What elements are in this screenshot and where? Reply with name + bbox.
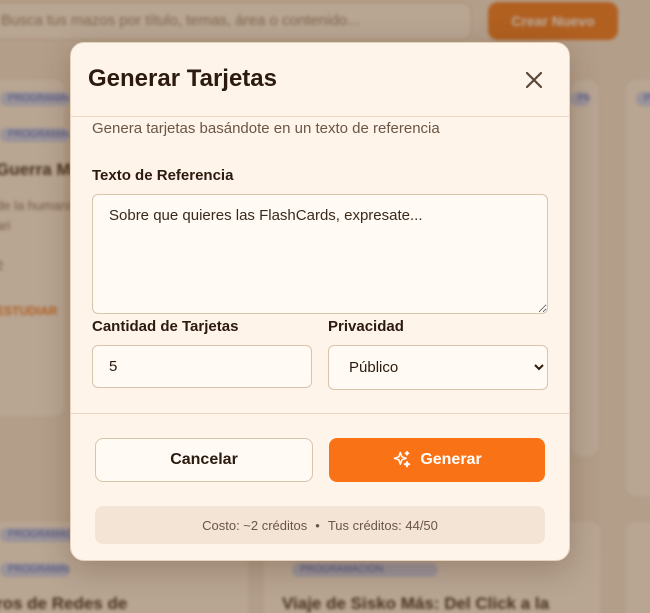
credits-text: Tus créditos: 44/50 bbox=[327, 517, 438, 533]
cost-info: Costo: ~2 créditos • Tus créditos: 44/50 bbox=[95, 506, 545, 544]
sparkles-icon bbox=[394, 450, 411, 468]
generate-button[interactable]: Generar bbox=[329, 438, 545, 482]
generate-label: Generar bbox=[420, 451, 482, 468]
reference-label: Texto de Referencia bbox=[92, 167, 234, 184]
generate-cards-modal: Generar Tarjetas Genera tarjetas basándo… bbox=[70, 42, 570, 561]
privacy-select[interactable]: Público bbox=[328, 345, 548, 390]
quantity-label: Cantidad de Tarjetas bbox=[92, 318, 239, 335]
close-button[interactable] bbox=[519, 65, 549, 95]
separator-dot: • bbox=[315, 517, 320, 533]
close-icon bbox=[525, 71, 543, 89]
reference-textarea[interactable] bbox=[92, 194, 548, 314]
cost-text: Costo: ~2 créditos bbox=[202, 517, 308, 533]
modal-header: Generar Tarjetas bbox=[71, 43, 569, 117]
modal-body: Genera tarjetas basándote en un texto de… bbox=[71, 117, 569, 414]
privacy-label: Privacidad bbox=[328, 318, 404, 335]
cancel-button[interactable]: Cancelar bbox=[95, 438, 313, 482]
modal-footer: Cancelar Generar Costo: ~2 créditos • Tu… bbox=[71, 414, 569, 560]
quantity-input[interactable] bbox=[92, 345, 312, 388]
modal-subtitle: Genera tarjetas basándote en un texto de… bbox=[92, 120, 440, 137]
modal-title: Generar Tarjetas bbox=[88, 65, 277, 92]
